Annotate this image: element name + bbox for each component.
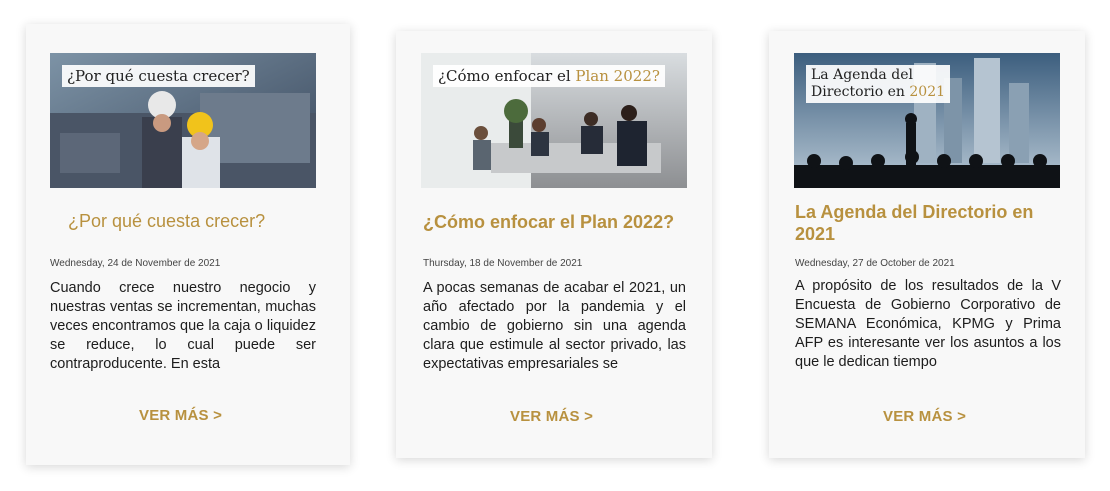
caption-highlight: Plan 2022? [575, 67, 660, 85]
caption-text: Directorio en [811, 84, 910, 100]
article-title[interactable]: ¿Por qué cuesta crecer? [68, 210, 265, 232]
article-card: La Agenda del Directorio en 2021 La Agen… [769, 31, 1085, 458]
caption-highlight: 2021 [909, 84, 946, 100]
article-excerpt: A propósito de los resultados de la V En… [795, 278, 1061, 370]
read-more-link[interactable]: VER MÁS > [510, 408, 593, 425]
article-thumbnail[interactable]: ¿Cómo enfocar el Plan 2022? [421, 53, 687, 188]
read-more-link[interactable]: VER MÁS > [883, 408, 966, 425]
article-thumbnail[interactable]: La Agenda del Directorio en 2021 [794, 53, 1060, 188]
read-more-link[interactable]: VER MÁS > [139, 407, 222, 424]
article-date: Thursday, 18 de November de 2021 [423, 258, 583, 269]
article-title[interactable]: ¿Cómo enfocar el Plan 2022? [423, 211, 674, 233]
article-excerpt: Cuando crece nuestro negocio y nuestras … [50, 280, 316, 372]
article-excerpt: A pocas semanas de acabar el 2021, un añ… [423, 280, 686, 372]
thumbnail-caption: La Agenda del Directorio en 2021 [806, 65, 951, 103]
article-title[interactable]: La Agenda del Directorio en 2021 [795, 201, 1065, 245]
thumbnail-caption: ¿Por qué cuesta crecer? [62, 65, 255, 87]
caption-text: La Agenda del [811, 67, 913, 83]
article-card: ¿Por qué cuesta crecer? ¿Por qué cuesta … [26, 24, 350, 465]
article-card: ¿Cómo enfocar el Plan 2022? ¿Cómo enfoca… [396, 31, 712, 458]
article-date: Wednesday, 24 de November de 2021 [50, 258, 221, 269]
thumbnail-caption: ¿Cómo enfocar el Plan 2022? [433, 65, 665, 87]
caption-text: ¿Cómo enfocar el [438, 67, 576, 85]
article-date: Wednesday, 27 de October de 2021 [795, 258, 955, 269]
article-thumbnail[interactable]: ¿Por qué cuesta crecer? [50, 53, 316, 188]
